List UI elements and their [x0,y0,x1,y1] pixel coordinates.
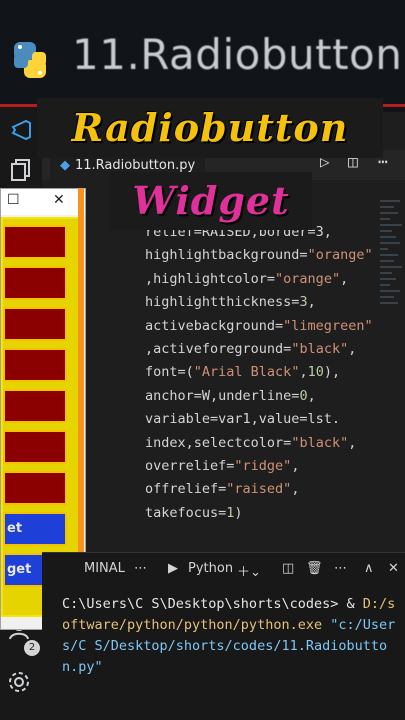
settings-gear-icon[interactable] [2,665,36,699]
code-token: , [299,364,308,381]
more-actions-terminal-icon[interactable]: ⋯ [334,561,347,576]
radio-button-label: et [7,521,23,536]
code-line: ,activeforeground="black", [145,338,373,361]
code-line: offrelief="raised", [145,478,373,501]
page-title: 11.Radiobutton. [72,30,405,79]
code-token: overrelief= [145,458,235,475]
code-token: ,activeforeground= [145,341,292,358]
code-line: anchor=W,underline=0, [145,385,373,408]
code-line [145,525,373,548]
split-terminal-icon[interactable]: ◫ [282,561,294,576]
radio-button[interactable] [3,307,67,341]
code-token: "black" [291,341,349,358]
code-line: index,selectcolor="black", [145,432,373,455]
code-token: 3 [299,294,308,311]
code-block[interactable]: relief=RAISED,border=3, highlightbackgrou… [145,221,373,596]
code-token: , [291,481,300,498]
code-token: , [291,458,300,475]
code-token: "Arial Black" [193,364,300,381]
chevron-up-icon[interactable]: ∧ [364,561,374,576]
code-line: activebackground="limegreen" [145,315,373,338]
radio-button[interactable] [3,225,67,259]
terminal-shell-icon[interactable]: ▶ [168,561,178,576]
code-line: overrelief="ridge", [145,455,373,478]
vscode-logo-icon[interactable] [4,113,38,147]
code-token: variable=var1,value=lst. [145,411,341,428]
code-token: , [348,341,357,358]
code-line: highlightthickness=3, [145,291,373,314]
terminal-output[interactable]: C:\Users\C S\Desktop\shorts\codes> & D:/… [62,594,402,678]
code-line: ,highlightcolor="orange", [145,268,373,291]
code-token: ) [234,504,243,521]
radio-button[interactable] [3,430,67,464]
code-line: font=("Arial Black",10), [145,361,373,384]
code-token: ), [323,364,341,381]
terminal-toolbar: MINAL ⋯ ▶ Python ＋⌄ ◫ 🗑 ⋯ ∧ ✕ [42,552,405,587]
radio-button[interactable] [3,348,67,382]
terminal-shell-label[interactable]: Python [188,561,233,576]
code-token: 0 [299,387,308,404]
code-token: "orange" [275,270,341,287]
code-token: offrelief= [145,481,227,498]
code-token: "limegreen" [283,317,373,334]
code-token: "black" [291,434,349,451]
new-terminal-icon[interactable]: ＋⌄ [237,561,261,580]
code-token: font=( [145,364,194,381]
radio-button[interactable] [3,471,67,505]
overlay-title-line1: Radiobutton [37,98,383,158]
python-logo-icon [14,42,46,78]
radio-button[interactable] [3,266,67,300]
python-file-icon: ◆ [60,158,70,173]
more-icon[interactable]: ⋯ [134,561,147,576]
radio-button[interactable]: et [3,512,67,546]
tk-titlebar: ☐ ✕ [1,189,85,215]
code-token: "orange" [307,247,373,264]
radio-button[interactable] [3,389,67,423]
minimap[interactable] [380,196,405,546]
code-token: "ridge" [234,458,292,475]
overlay-title-line2: Widget [110,172,312,230]
tab-terminal[interactable]: MINAL [84,561,125,576]
video-title-bar: 11.Radiobutton. [0,0,405,112]
code-token: activebackground= [145,317,284,334]
code-token: highlightbackground= [145,247,308,264]
close-panel-icon[interactable]: ✕ [388,561,399,576]
accounts-badge: 2 [24,640,40,656]
code-token: , [307,387,316,404]
code-token: takefocus= [145,504,227,521]
trash-icon[interactable]: 🗑 [306,561,323,576]
maximize-icon[interactable]: ☐ [7,192,20,208]
code-token: , [340,270,349,287]
code-line: takefocus=1) [145,502,373,525]
radio-button-label: get [7,562,32,577]
code-token: , [348,434,357,451]
close-icon[interactable]: ✕ [53,192,65,208]
code-token: anchor=W,underline= [145,387,300,404]
code-token: "raised" [226,481,292,498]
explorer-icon[interactable] [4,153,38,187]
code-line: variable=var1,value=lst. [145,408,373,431]
code-token: ,highlightcolor= [145,270,276,287]
code-token: 10 [307,364,324,381]
code-token: index,selectcolor= [145,434,292,451]
code-token: , [307,294,316,311]
code-line: highlightbackground="orange" [145,244,373,267]
code-token: highlightthickness= [145,294,300,311]
